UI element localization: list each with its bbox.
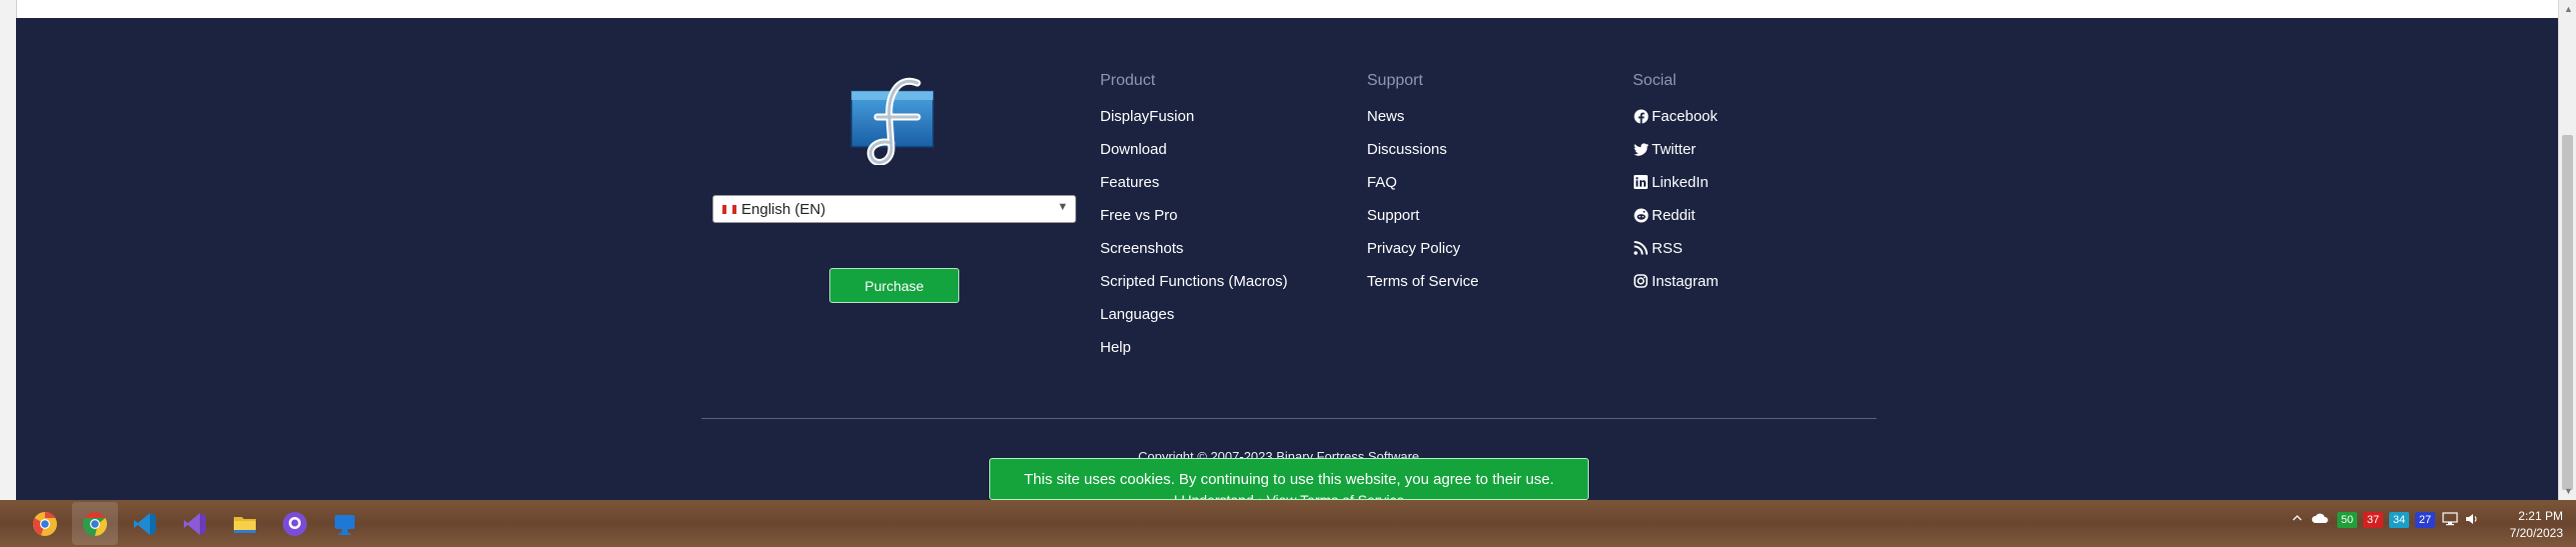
windows-taskbar bbox=[0, 500, 2576, 547]
vscode-icon[interactable] bbox=[132, 511, 158, 537]
instagram-icon bbox=[1633, 273, 1649, 289]
product-link-help[interactable]: Help bbox=[1100, 336, 1288, 358]
scroll-up-icon[interactable]: ▲ bbox=[2564, 4, 2573, 14]
support-link-news[interactable]: News bbox=[1367, 105, 1479, 127]
language-select-value: English (EN) bbox=[741, 201, 826, 218]
linkedin-icon bbox=[1633, 174, 1649, 190]
canada-flag-icon bbox=[722, 205, 736, 214]
onedrive-icon[interactable] bbox=[2311, 512, 2329, 527]
product-column: Product DisplayFusion Download Features … bbox=[1100, 72, 1288, 358]
product-link-features[interactable]: Features bbox=[1100, 171, 1288, 193]
reddit-icon bbox=[1633, 207, 1649, 223]
product-link-free-vs-pro[interactable]: Free vs Pro bbox=[1100, 204, 1288, 226]
support-heading: Support bbox=[1367, 72, 1424, 89]
github-desktop-icon[interactable] bbox=[282, 511, 308, 537]
social-link-facebook[interactable]: Facebook bbox=[1633, 105, 1719, 127]
clock-date: 7/20/2023 bbox=[2509, 526, 2563, 540]
clock-time: 2:21 PM bbox=[2518, 509, 2563, 523]
social-link-label: Reddit bbox=[1652, 206, 1696, 224]
volume-icon[interactable] bbox=[2465, 512, 2479, 529]
social-link-label: Twitter bbox=[1652, 140, 1697, 158]
support-link-faq[interactable]: FAQ bbox=[1367, 171, 1479, 193]
cookie-banner: This site uses cookies. By continuing to… bbox=[989, 458, 1589, 500]
social-link-instagram[interactable]: Instagram bbox=[1633, 270, 1719, 292]
scrollbar-thumb[interactable] bbox=[2562, 135, 2573, 490]
social-link-label: Instagram bbox=[1652, 272, 1719, 290]
footer-divider bbox=[701, 418, 1877, 419]
social-link-reddit[interactable]: Reddit bbox=[1633, 204, 1719, 226]
support-link-privacy-policy[interactable]: Privacy Policy bbox=[1367, 237, 1479, 259]
support-link-terms-of-service[interactable]: Terms of Service bbox=[1367, 270, 1479, 292]
rss-icon bbox=[1633, 240, 1649, 256]
cookie-understand-link[interactable]: I Understand bbox=[1174, 492, 1254, 499]
chrome-icon[interactable] bbox=[82, 511, 108, 537]
system-monitor-badges[interactable]: 50 37 34 27 bbox=[2331, 512, 2435, 528]
product-link-scripted-functions[interactable]: Scripted Functions (Macros) bbox=[1100, 270, 1288, 292]
support-link-support[interactable]: Support bbox=[1367, 204, 1479, 226]
cookie-separator: • bbox=[1257, 492, 1263, 500]
cookie-links: I Understand • View Terms of Service bbox=[990, 492, 1588, 500]
product-heading: Product bbox=[1100, 72, 1156, 89]
chevron-up-icon bbox=[2292, 515, 2302, 521]
taskbar-clock[interactable]: 2:21 PM 7/20/2023 bbox=[2503, 508, 2563, 542]
tray-overflow-chevron[interactable] bbox=[2291, 512, 2303, 527]
social-link-twitter[interactable]: Twitter bbox=[1633, 138, 1719, 160]
social-link-label: LinkedIn bbox=[1652, 173, 1709, 191]
facebook-icon bbox=[1633, 108, 1649, 124]
twitter-icon bbox=[1633, 141, 1649, 157]
social-link-label: Facebook bbox=[1652, 107, 1718, 125]
social-link-rss[interactable]: RSS bbox=[1633, 237, 1719, 259]
cookie-message: This site uses cookies. By continuing to… bbox=[1023, 471, 1555, 488]
file-explorer-icon[interactable] bbox=[232, 511, 258, 537]
product-link-displayfusion[interactable]: DisplayFusion bbox=[1100, 105, 1288, 127]
vertical-scrollbar[interactable]: ▲ ▼ bbox=[2558, 0, 2576, 500]
badge-value: 50 bbox=[2337, 512, 2357, 528]
social-heading: Social bbox=[1633, 72, 1677, 89]
product-link-screenshots[interactable]: Screenshots bbox=[1100, 237, 1288, 259]
page-top-strip bbox=[0, 0, 2576, 18]
remote-desktop-icon[interactable] bbox=[332, 511, 358, 537]
chrome-canary-icon[interactable] bbox=[32, 511, 58, 537]
badge-value: 34 bbox=[2389, 512, 2409, 528]
displayfusion-logo[interactable] bbox=[847, 77, 942, 166]
left-edge-panel bbox=[0, 0, 17, 500]
scroll-down-icon[interactable]: ▼ bbox=[2564, 486, 2573, 496]
social-link-label: RSS bbox=[1652, 239, 1683, 257]
cookie-terms-link[interactable]: View Terms of Service bbox=[1266, 492, 1404, 499]
badge-value: 27 bbox=[2415, 512, 2435, 528]
purchase-button[interactable]: Purchase bbox=[829, 268, 959, 303]
language-select[interactable]: English (EN) ▼ bbox=[712, 195, 1076, 223]
product-link-languages[interactable]: Languages bbox=[1100, 303, 1288, 325]
social-link-linkedin[interactable]: LinkedIn bbox=[1633, 171, 1719, 193]
network-icon[interactable] bbox=[2442, 512, 2458, 529]
social-column: Social Facebook Twitter LinkedIn Reddit … bbox=[1633, 72, 1719, 292]
support-link-discussions[interactable]: Discussions bbox=[1367, 138, 1479, 160]
product-link-download[interactable]: Download bbox=[1100, 138, 1288, 160]
visual-studio-icon[interactable] bbox=[182, 511, 208, 537]
support-column: Support News Discussions FAQ Support Pri… bbox=[1367, 72, 1479, 292]
chevron-down-icon: ▼ bbox=[1057, 201, 1068, 213]
badge-value: 37 bbox=[2363, 512, 2383, 528]
